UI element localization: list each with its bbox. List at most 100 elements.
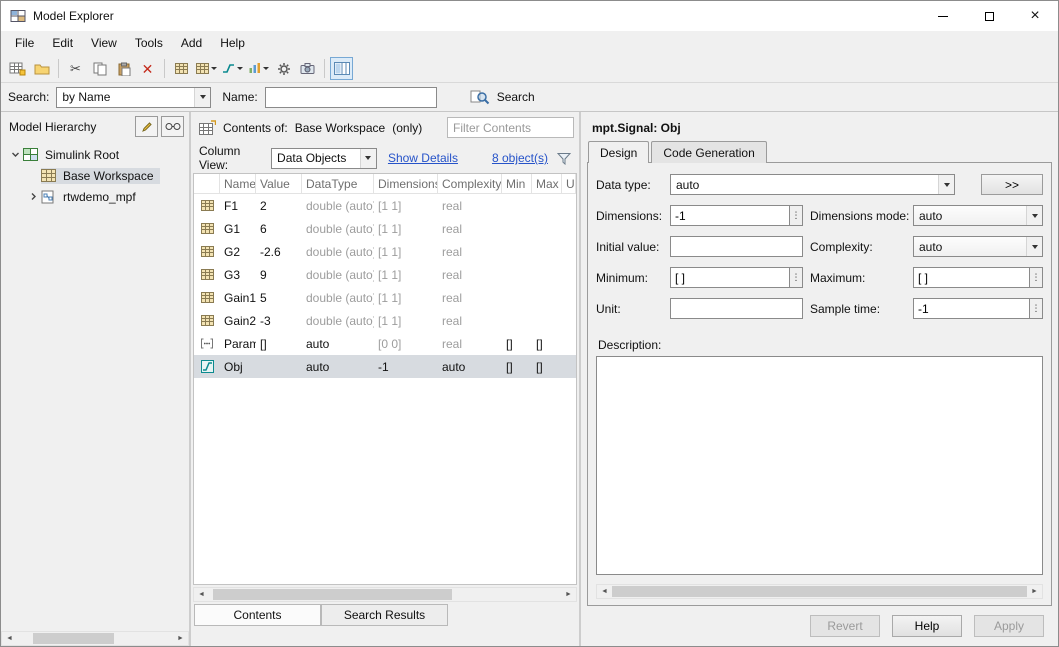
- scroll-right-icon[interactable]: ►: [1027, 585, 1042, 598]
- table-row-param[interactable]: Param [] auto [0 0] real [] []: [194, 332, 576, 355]
- search-button[interactable]: Search: [470, 89, 535, 105]
- scroll-right-icon[interactable]: ►: [173, 632, 188, 645]
- search-name-input[interactable]: [265, 87, 437, 108]
- show-details-link[interactable]: Show Details: [388, 151, 458, 165]
- table-row-gain2[interactable]: Gain2 -3 double (auto) [1 1] real: [194, 309, 576, 332]
- parameter-icon: [201, 245, 214, 258]
- sample-time-input[interactable]: [913, 298, 1030, 319]
- preferences-button[interactable]: [272, 57, 295, 80]
- delete-button[interactable]: ✕: [136, 57, 159, 80]
- add-parameter-button[interactable]: [170, 57, 193, 80]
- menu-file[interactable]: File: [6, 33, 43, 53]
- tree-item-base-workspace[interactable]: Base Workspace: [1, 165, 189, 186]
- complexity-select[interactable]: auto: [913, 236, 1043, 257]
- tree-label-rtwdemo-mpf: rtwdemo_mpf: [60, 189, 138, 205]
- maximum-field: ⋮: [913, 267, 1043, 288]
- revert-button[interactable]: Revert: [810, 615, 880, 637]
- dialog-h-scrollbar[interactable]: ◄ ►: [596, 584, 1043, 599]
- unit-input[interactable]: [670, 298, 803, 319]
- add-parameter-menu-button[interactable]: [194, 57, 219, 80]
- add-data-menu-button[interactable]: [246, 57, 271, 80]
- column-view-toggle-button[interactable]: [330, 57, 353, 80]
- titlebar: Model Explorer ×: [1, 1, 1058, 31]
- scroll-right-icon[interactable]: ►: [561, 588, 576, 601]
- column-header-dimensions[interactable]: Dimensions: [374, 174, 438, 193]
- column-header-max[interactable]: Max: [532, 174, 562, 193]
- contents-h-scrollbar[interactable]: ◄ ►: [193, 587, 577, 602]
- dimensions-mode-select[interactable]: auto: [913, 205, 1043, 226]
- expand-chevron-icon[interactable]: [25, 192, 41, 201]
- menu-help[interactable]: Help: [211, 33, 254, 53]
- add-signal-menu-button[interactable]: [220, 57, 245, 80]
- preview-button[interactable]: [161, 116, 184, 137]
- minimize-button[interactable]: [920, 1, 966, 31]
- minimum-action-icon[interactable]: ⋮: [790, 267, 803, 288]
- new-model-button[interactable]: [6, 57, 29, 80]
- filter-icon[interactable]: [557, 152, 571, 165]
- collapse-chevron-icon[interactable]: [7, 150, 23, 159]
- dimensions-label: Dimensions:: [596, 209, 670, 223]
- minimize-icon: [938, 16, 948, 17]
- paste-button[interactable]: [112, 57, 135, 80]
- menu-view[interactable]: View: [82, 33, 126, 53]
- maximum-input[interactable]: [913, 267, 1030, 288]
- model-explorer-window: Model Explorer × File Edit View Tools Ad…: [0, 0, 1059, 647]
- data-type-combobox[interactable]: auto: [670, 174, 955, 195]
- column-header-unit[interactable]: Unit: [562, 174, 576, 193]
- paste-icon: [117, 62, 131, 76]
- hierarchy-h-scrollbar[interactable]: ◄ ►: [1, 631, 189, 646]
- scrollbar-thumb[interactable]: [213, 589, 452, 600]
- open-model-button[interactable]: [30, 57, 53, 80]
- filter-contents-input[interactable]: [447, 117, 574, 138]
- tab-search-results[interactable]: Search Results: [321, 604, 448, 626]
- scroll-left-icon[interactable]: ◄: [597, 585, 612, 598]
- table-row-obj[interactable]: Obj auto -1 auto [] []: [194, 355, 576, 378]
- table-row-f1[interactable]: F1 2 double (auto) [1 1] real: [194, 194, 576, 217]
- dimensions-input[interactable]: [670, 205, 790, 226]
- tree-item-simulink-root[interactable]: Simulink Root: [1, 144, 189, 165]
- close-button[interactable]: ×: [1012, 1, 1058, 31]
- column-header-value[interactable]: Value: [256, 174, 302, 193]
- table-row-g2[interactable]: G2 -2.6 double (auto) [1 1] real: [194, 240, 576, 263]
- column-header-min[interactable]: Min: [502, 174, 532, 193]
- column-view-select[interactable]: Data Objects: [271, 148, 377, 169]
- show-data-type-assistant-button[interactable]: >>: [981, 174, 1043, 195]
- tab-code-generation[interactable]: Code Generation: [651, 141, 766, 163]
- object-count-link[interactable]: 8 object(s): [492, 151, 548, 165]
- scroll-left-icon[interactable]: ◄: [2, 632, 17, 645]
- initial-value-input[interactable]: [670, 236, 803, 257]
- table-row-g1[interactable]: G1 6 double (auto) [1 1] real: [194, 217, 576, 240]
- scrollbar-thumb[interactable]: [33, 633, 114, 644]
- tab-design[interactable]: Design: [588, 141, 649, 163]
- menu-tools[interactable]: Tools: [126, 33, 172, 53]
- scrollbar-thumb[interactable]: [612, 586, 1027, 597]
- scroll-left-icon[interactable]: ◄: [194, 588, 209, 601]
- cut-button[interactable]: ✂: [64, 57, 87, 80]
- table-row-gain1[interactable]: Gain1 5 double (auto) [1 1] real: [194, 286, 576, 309]
- simulink-root-icon: [23, 148, 42, 161]
- apply-button[interactable]: Apply: [974, 615, 1044, 637]
- menu-add[interactable]: Add: [172, 33, 211, 53]
- object-dialog-panel: mpt.Signal: Obj Design Code Generation D…: [581, 112, 1058, 646]
- capture-button[interactable]: [296, 57, 319, 80]
- search-mode-select[interactable]: by Name: [56, 87, 211, 108]
- column-header-complexity[interactable]: Complexity: [438, 174, 502, 193]
- sample-time-action-icon[interactable]: ⋮: [1030, 298, 1043, 319]
- tree-item-rtwdemo-mpf[interactable]: rtwdemo_mpf: [1, 186, 189, 207]
- copy-button[interactable]: [88, 57, 111, 80]
- tab-contents[interactable]: Contents: [194, 604, 321, 626]
- menu-edit[interactable]: Edit: [43, 33, 82, 53]
- maximize-button[interactable]: [966, 1, 1012, 31]
- minimum-input[interactable]: [670, 267, 790, 288]
- description-textarea[interactable]: [596, 356, 1043, 575]
- dimensions-action-icon[interactable]: ⋮: [790, 205, 803, 226]
- edit-hierarchy-button[interactable]: [135, 116, 158, 137]
- help-button[interactable]: Help: [892, 615, 962, 637]
- column-header-datatype[interactable]: DataType: [302, 174, 374, 193]
- table-row-g3[interactable]: G3 9 double (auto) [1 1] real: [194, 263, 576, 286]
- mpt-signal-icon: [201, 360, 214, 373]
- menu-caret-icon: [211, 67, 217, 70]
- column-header-name[interactable]: Name: [220, 174, 256, 193]
- maximum-action-icon[interactable]: ⋮: [1030, 267, 1043, 288]
- app-icon: [10, 8, 26, 24]
